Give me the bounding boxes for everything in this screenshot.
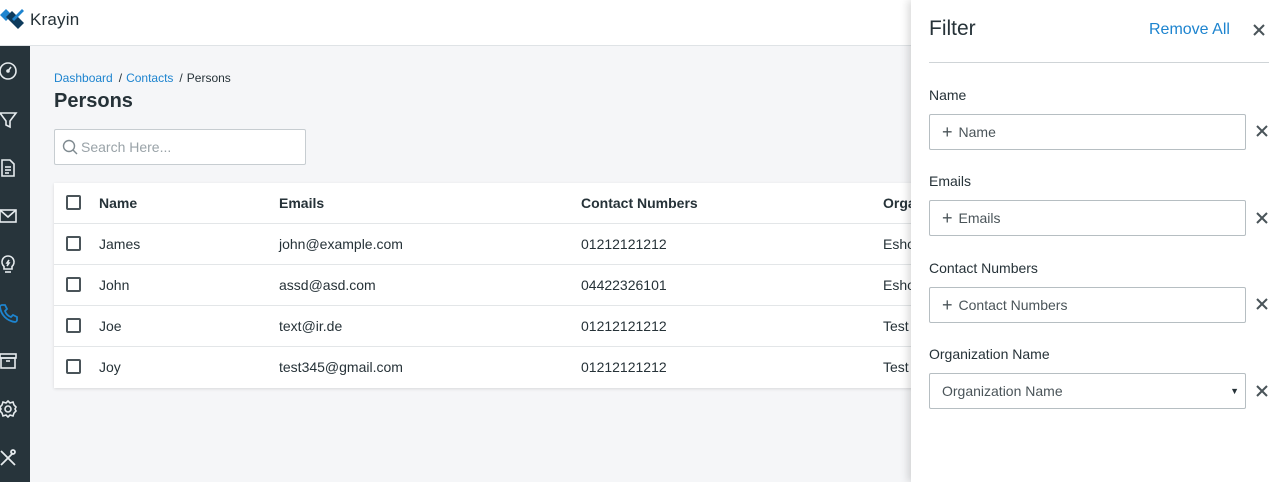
filter-panel: Filter Remove All Name + Name Emails + E…	[911, 0, 1284, 482]
column-header-name[interactable]: Name	[99, 183, 137, 223]
row-name: Joy	[99, 359, 121, 375]
app-name: Krayin	[30, 10, 80, 29]
table-row[interactable]: John assd@asd.com 04422326101 Esho	[54, 265, 934, 306]
breadcrumb-contacts[interactable]: Contacts	[126, 71, 173, 85]
search-box	[54, 129, 306, 165]
row-email: test345@gmail.com	[279, 359, 403, 375]
row-name: Joe	[99, 318, 122, 334]
filter-emails-field[interactable]: + Emails	[929, 200, 1246, 236]
phone-icon	[0, 304, 18, 323]
sidebar-item-configuration[interactable]	[0, 443, 30, 473]
table-header-row: Name Emails Contact Numbers Orga	[54, 183, 934, 224]
persons-table: Name Emails Contact Numbers Orga James j…	[54, 183, 934, 388]
close-icon[interactable]	[1252, 23, 1266, 37]
lightbulb-icon	[1, 255, 15, 273]
select-all-checkbox[interactable]	[66, 195, 81, 210]
filter-organization-select[interactable]: Organization Name ▼	[929, 373, 1246, 409]
archive-box-icon	[0, 353, 17, 369]
table-row[interactable]: Joy test345@gmail.com 01212121212 Test	[54, 347, 934, 388]
filter-label-name: Name	[929, 87, 967, 103]
page-title: Persons	[54, 90, 133, 112]
table-row[interactable]: James john@example.com 01212121212 Esho	[54, 224, 934, 265]
table-row[interactable]: Joe text@ir.de 01212121212 Test	[54, 306, 934, 347]
sidebar-item-mail[interactable]	[0, 201, 30, 231]
row-email: assd@asd.com	[279, 277, 376, 293]
row-checkbox[interactable]	[66, 359, 81, 374]
breadcrumb-current: Persons	[186, 71, 231, 85]
row-contact-number: 04422326101	[581, 277, 667, 293]
clear-organization-filter-icon[interactable]	[1255, 384, 1269, 398]
row-checkbox[interactable]	[66, 318, 81, 333]
filter-title: Filter	[929, 17, 976, 40]
remove-all-button[interactable]: Remove All	[1149, 21, 1230, 39]
breadcrumb-separator: /	[118, 71, 123, 85]
breadcrumb-dashboard[interactable]: Dashboard	[54, 71, 113, 85]
clear-name-filter-icon[interactable]	[1255, 124, 1269, 138]
row-name: James	[99, 236, 141, 252]
mail-icon	[0, 209, 17, 223]
app-logo[interactable]: Krayin	[0, 9, 79, 31]
row-contact-number: 01212121212	[581, 359, 667, 375]
clear-emails-filter-icon[interactable]	[1255, 211, 1269, 225]
breadcrumb-separator: /	[179, 71, 183, 85]
row-email: john@example.com	[279, 236, 403, 252]
krayin-logo-icon	[0, 9, 24, 29]
row-checkbox[interactable]	[66, 236, 81, 251]
row-checkbox[interactable]	[66, 277, 81, 292]
row-contact-number: 01212121212	[581, 236, 667, 252]
filter-contact-numbers-placeholder: Contact Numbers	[958, 297, 1068, 313]
sidebar-item-products[interactable]	[0, 346, 30, 376]
row-organization: Test	[883, 359, 909, 375]
sidebar-item-quotes[interactable]	[0, 153, 30, 183]
plus-icon: +	[942, 122, 953, 142]
clear-contact-numbers-filter-icon[interactable]	[1255, 297, 1269, 311]
search-icon	[62, 139, 78, 155]
sidebar-item-leads[interactable]	[0, 105, 30, 135]
filter-organization-selected: Organization Name	[942, 383, 1063, 399]
filter-funnel-icon	[0, 112, 18, 129]
row-name: John	[99, 277, 130, 293]
sidebar-item-activities[interactable]	[0, 249, 30, 279]
tools-icon	[0, 449, 16, 466]
document-icon	[1, 159, 15, 177]
filter-label-contact-numbers: Contact Numbers	[929, 260, 1038, 276]
search-input[interactable]	[81, 130, 301, 164]
sidebar-item-contacts[interactable]	[0, 298, 30, 328]
breadcrumb: Dashboard / Contacts / Persons	[54, 71, 231, 85]
sidebar-item-dashboard[interactable]	[0, 56, 30, 86]
row-organization: Test	[883, 318, 909, 334]
filter-name-placeholder: Name	[958, 124, 996, 140]
column-header-emails[interactable]: Emails	[279, 183, 324, 223]
settings-gear-icon	[0, 399, 17, 419]
filter-label-organization-name: Organization Name	[929, 346, 1050, 362]
filter-name-field[interactable]: + Name	[929, 114, 1246, 150]
filter-emails-placeholder: Emails	[958, 210, 1001, 226]
filter-label-emails: Emails	[929, 173, 972, 189]
sidebar	[0, 46, 30, 482]
sidebar-item-settings[interactable]	[0, 394, 30, 424]
plus-icon: +	[942, 295, 953, 315]
column-header-contact-numbers[interactable]: Contact Numbers	[581, 183, 698, 223]
filter-contact-numbers-field[interactable]: + Contact Numbers	[929, 287, 1246, 323]
row-contact-number: 01212121212	[581, 318, 667, 334]
dashboard-gauge-icon	[0, 62, 17, 80]
plus-icon: +	[942, 208, 953, 228]
row-email: text@ir.de	[279, 318, 343, 334]
filter-divider	[929, 62, 1269, 63]
chevron-down-icon: ▼	[1230, 386, 1239, 396]
